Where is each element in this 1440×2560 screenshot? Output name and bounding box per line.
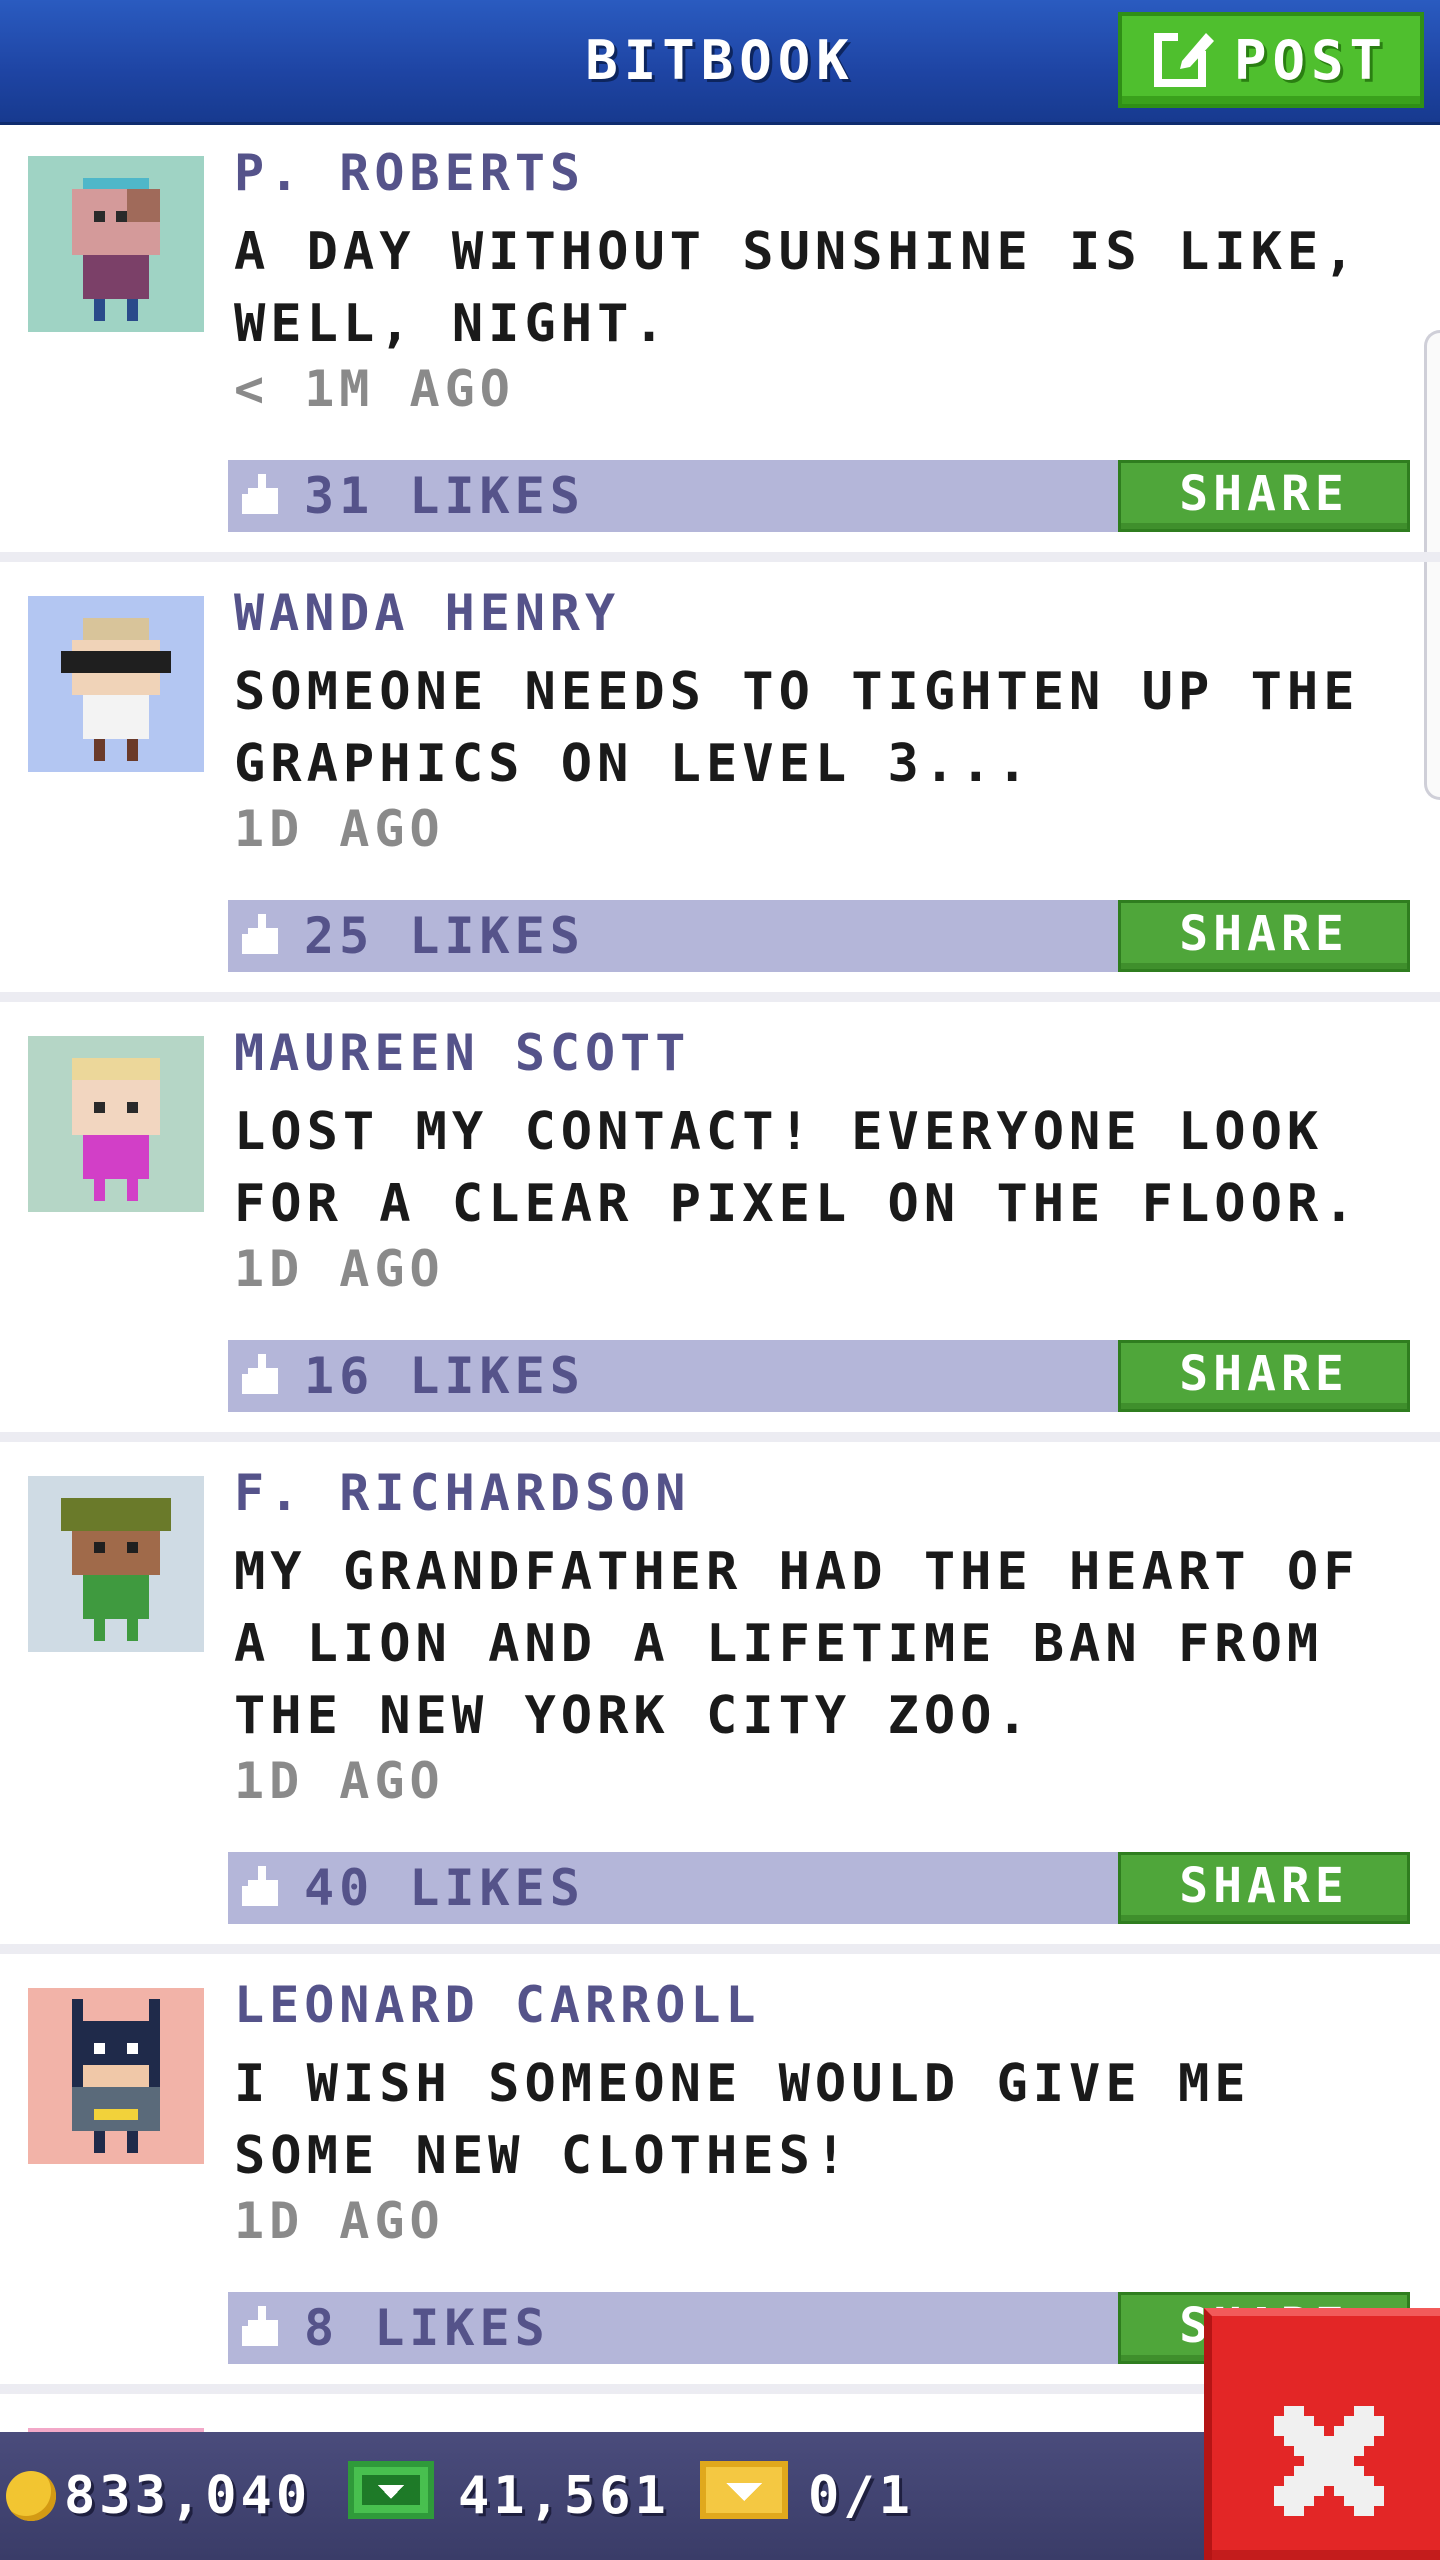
thumbs-up-icon [240,1866,282,1910]
bux-value: 41,561 [458,2466,670,2526]
post-button[interactable]: POST [1118,12,1424,108]
like-count[interactable]: 8 LIKES [304,2292,550,2364]
likes-bar: 16 LIKES SHARE [228,1340,1410,1412]
feed-post: F. RICHARDSON MY GRANDFATHER HAD THE HEA… [0,1442,1440,1954]
share-button[interactable]: SHARE [1118,460,1410,532]
thumbs-up-icon [240,2306,282,2350]
likes-bar: 40 LIKES SHARE [228,1852,1410,1924]
ticket-icon [700,2460,788,2532]
tickets-counter: 0/1 [700,2432,914,2560]
post-timestamp: 1D AGO [234,800,445,858]
feed-post: P. ROBERTS A DAY WITHOUT SUNSHINE IS LIK… [0,122,1440,562]
post-author[interactable]: LEONARD CARROLL [234,1976,761,2034]
coins-counter: 833,040 [6,2432,311,2560]
like-count[interactable]: 40 LIKES [304,1852,585,1924]
post-text: MY GRANDFATHER HAD THE HEART OF A LION A… [234,1542,1360,1746]
app-header: BITBOOK POST [0,0,1440,122]
avatar[interactable] [28,596,204,772]
post-author[interactable]: WANDA HENRY [234,584,620,642]
thumbs-up-icon [240,1354,282,1398]
avatar[interactable] [28,156,204,332]
thumbs-up-icon [240,474,282,518]
share-button[interactable]: SHARE [1118,900,1410,972]
bux-icon [348,2460,434,2532]
post-timestamp: 1D AGO [234,1752,445,1810]
avatar[interactable] [28,1036,204,1212]
share-button[interactable]: SHARE [1118,1340,1410,1412]
post-text: A DAY WITHOUT SUNSHINE IS LIKE, WELL, NI… [234,222,1360,354]
post-author[interactable]: MAUREEN SCOTT [234,1024,690,1082]
like-count[interactable]: 31 LIKES [304,460,585,532]
avatar[interactable] [28,1988,204,2164]
post-timestamp: 1D AGO [234,1240,445,1298]
avatar[interactable] [28,1476,204,1652]
coin-icon [6,2471,56,2521]
like-count[interactable]: 16 LIKES [304,1340,585,1412]
close-icon [1274,2406,1384,2520]
post-text: I WISH SOMEONE WOULD GIVE ME SOME NEW CL… [234,2054,1251,2186]
post-author[interactable]: F. RICHARDSON [234,1464,690,1522]
like-count[interactable]: 25 LIKES [304,900,585,972]
post-text: SOMEONE NEEDS TO TIGHTEN UP THE GRAPHICS… [234,662,1360,794]
compose-icon [1153,27,1216,93]
feed-post: MAUREEN SCOTT LOST MY CONTACT! EVERYONE … [0,1002,1440,1442]
share-button[interactable]: SHARE [1118,1852,1410,1924]
bux-counter: 41,561 [348,2432,670,2560]
coins-value: 833,040 [64,2466,312,2526]
tickets-value: 0/1 [808,2466,914,2526]
post-text: LOST MY CONTACT! EVERYONE LOOK FOR A CLE… [234,1102,1360,1234]
post-timestamp: < 1M AGO [234,360,515,418]
thumbs-up-icon [240,914,282,958]
feed-post: WANDA HENRY SOMEONE NEEDS TO TIGHTEN UP … [0,562,1440,1002]
post-label: POST [1233,28,1389,92]
close-button[interactable] [1204,2308,1440,2560]
feed-list: P. ROBERTS A DAY WITHOUT SUNSHINE IS LIK… [0,122,1440,2514]
likes-bar: 31 LIKES SHARE [228,460,1410,532]
post-timestamp: 1D AGO [234,2192,445,2250]
likes-bar: 25 LIKES SHARE [228,900,1410,972]
post-author[interactable]: P. ROBERTS [234,144,585,202]
